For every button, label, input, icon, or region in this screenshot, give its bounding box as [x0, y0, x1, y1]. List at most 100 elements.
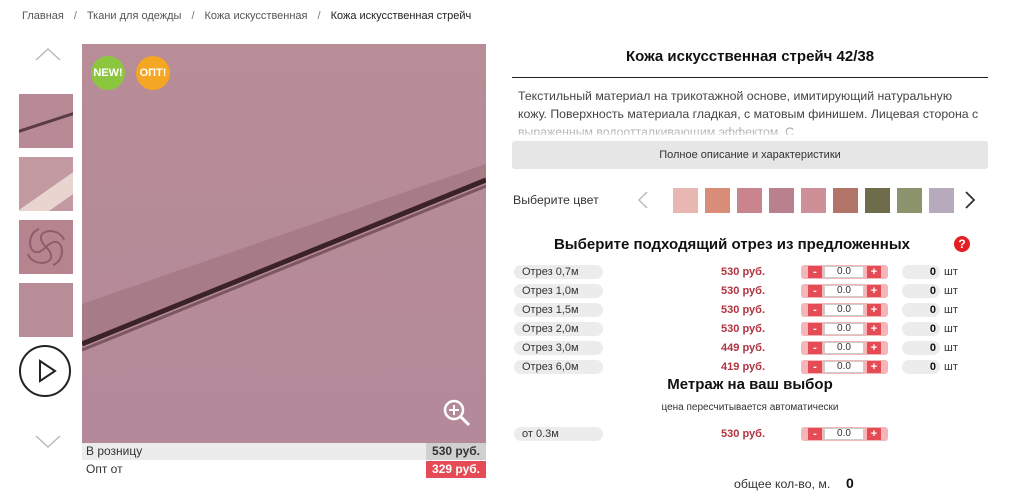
breadcrumb-link-home[interactable]: Главная: [22, 10, 64, 22]
custom-length-subtitle: цена пересчитывается автоматически: [661, 402, 839, 413]
minus-button[interactable]: -: [808, 323, 822, 335]
retail-price-label: В розницу: [86, 444, 143, 458]
color-swatch[interactable]: [705, 188, 730, 213]
breadcrumb-link-clothing-fabrics[interactable]: Ткани для одежды: [87, 10, 182, 22]
cut-row-unit: шт: [944, 285, 958, 297]
cut-row-label: Отрез 1,0м: [514, 284, 603, 298]
cut-row-price: 419 руб.: [721, 361, 765, 373]
cut-row-unit: шт: [944, 361, 958, 373]
cut-row-stepper: -0.0 +: [801, 284, 888, 298]
plus-button[interactable]: +: [867, 361, 881, 373]
cut-row-price: 530 руб.: [721, 266, 765, 278]
breadcrumb-separator: /: [191, 10, 195, 22]
cut-row-price: 449 руб.: [721, 342, 765, 354]
opt-price-row: Опт от 329 руб.: [82, 461, 486, 478]
cuts-heading: Выберите подходящий отрез из предложенны…: [553, 236, 911, 253]
custom-length-label: от 0.3м: [514, 427, 603, 441]
cut-row-price: 530 руб.: [721, 304, 765, 316]
description-fade: [512, 118, 988, 140]
cut-row-qty: 0: [902, 265, 940, 279]
color-swatch[interactable]: [769, 188, 794, 213]
plus-button[interactable]: +: [867, 323, 881, 335]
new-badge: NEW!: [91, 56, 125, 90]
zoom-icon[interactable]: [442, 398, 472, 428]
thumbnail-2[interactable]: [19, 157, 73, 211]
color-swatch[interactable]: [801, 188, 826, 213]
cut-row-qty: 0: [902, 284, 940, 298]
play-icon: [39, 359, 57, 383]
plus-button[interactable]: +: [867, 428, 881, 440]
color-swatch[interactable]: [833, 188, 858, 213]
cut-row-qty: 0: [902, 360, 940, 374]
minus-button[interactable]: -: [808, 285, 822, 297]
breadcrumb-current: Кожа искусственная стрейч: [330, 10, 472, 22]
cut-row-qty: 0: [902, 322, 940, 336]
custom-length-heading: Метраж на ваш выбор: [667, 376, 833, 393]
color-select-label: Выберите цвет: [513, 193, 599, 207]
thumbnail-1[interactable]: [19, 94, 73, 148]
breadcrumb-link-faux-leather[interactable]: Кожа искусственная: [205, 10, 308, 22]
cut-quantity-input[interactable]: 0.0: [824, 342, 864, 354]
chevron-right-icon[interactable]: [963, 190, 977, 210]
product-title: Кожа искусственная стрейч 42/38: [625, 48, 875, 65]
minus-button[interactable]: -: [808, 361, 822, 373]
cut-row-unit: шт: [944, 323, 958, 335]
cut-row-price: 530 руб.: [721, 285, 765, 297]
thumbnail-3[interactable]: [19, 220, 73, 274]
color-swatch[interactable]: [737, 188, 762, 213]
color-swatch[interactable]: [673, 188, 698, 213]
total-quantity-label: общее кол-во, м.: [734, 477, 831, 491]
breadcrumb-separator: /: [73, 10, 77, 22]
minus-button[interactable]: -: [808, 428, 822, 440]
color-swatch[interactable]: [929, 188, 954, 213]
color-swatch[interactable]: [897, 188, 922, 213]
chevron-left-icon[interactable]: [636, 190, 650, 210]
cut-row-unit: шт: [944, 304, 958, 316]
minus-button[interactable]: -: [808, 304, 822, 316]
color-swatch[interactable]: [865, 188, 890, 213]
cut-quantity-input[interactable]: 0.0: [824, 266, 864, 278]
cut-row-label: Отрез 0,7м: [514, 265, 603, 279]
cut-row-label: Отрез 2,0м: [514, 322, 603, 336]
plus-button[interactable]: +: [867, 304, 881, 316]
opt-price-value: 329 руб.: [426, 461, 486, 478]
opt-badge: ОПТ!: [136, 56, 170, 90]
cut-row-unit: шт: [944, 266, 958, 278]
chevron-up-icon[interactable]: [34, 46, 62, 62]
chevron-down-icon[interactable]: [34, 434, 62, 450]
cut-row-stepper: -0.0 +: [801, 360, 888, 374]
minus-button[interactable]: -: [808, 266, 822, 278]
plus-button[interactable]: +: [867, 266, 881, 278]
cut-quantity-input[interactable]: 0.0: [824, 361, 864, 373]
product-main-image[interactable]: [82, 44, 486, 444]
breadcrumb-separator: /: [317, 10, 321, 22]
title-divider: [512, 77, 988, 78]
total-quantity-value: 0: [846, 475, 854, 491]
cut-row-stepper: -0.0 +: [801, 303, 888, 317]
retail-price-value: 530 руб.: [426, 443, 486, 460]
retail-price-row: В розницу 530 руб.: [82, 443, 486, 460]
plus-button[interactable]: +: [867, 342, 881, 354]
help-icon[interactable]: ?: [954, 236, 970, 252]
cut-row-qty: 0: [902, 341, 940, 355]
cut-row-label: Отрез 1,5м: [514, 303, 603, 317]
cut-row-unit: шт: [944, 342, 958, 354]
custom-length-price: 530 руб.: [721, 428, 765, 440]
breadcrumb: Главная / Ткани для одежды / Кожа искусствен…: [22, 10, 471, 22]
cut-quantity-input[interactable]: 0.0: [824, 285, 864, 297]
thumbnail-4[interactable]: [19, 283, 73, 337]
cut-quantity-input[interactable]: 0.0: [824, 323, 864, 335]
minus-button[interactable]: -: [808, 342, 822, 354]
cut-quantity-input[interactable]: 0.0: [824, 304, 864, 316]
full-description-button[interactable]: Полное описание и характеристики: [512, 141, 988, 169]
custom-length-stepper: - 0.0 +: [801, 427, 888, 441]
custom-length-input[interactable]: 0.0: [824, 428, 864, 440]
cut-row-label: Отрез 3,0м: [514, 341, 603, 355]
cut-row-stepper: -0.0 +: [801, 322, 888, 336]
cut-row-stepper: -0.0 +: [801, 265, 888, 279]
plus-button[interactable]: +: [867, 285, 881, 297]
play-video-button[interactable]: [19, 345, 71, 397]
opt-price-label: Опт от: [86, 462, 123, 476]
cut-row-price: 530 руб.: [721, 323, 765, 335]
cut-row-qty: 0: [902, 303, 940, 317]
